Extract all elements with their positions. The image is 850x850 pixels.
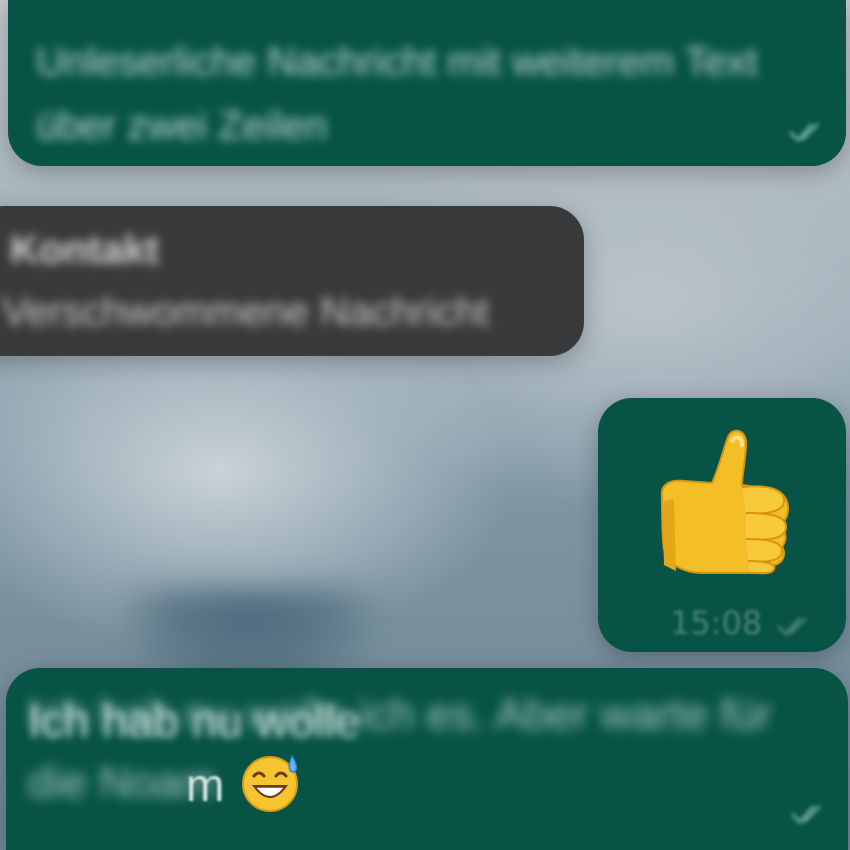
message-bubble-outgoing[interactable]: Unleserliche Nachricht mit weiterem Text… <box>8 0 846 166</box>
message-bubble-incoming[interactable]: Kontakt Verschwommene Nachricht <box>0 206 584 356</box>
double-check-icon <box>790 804 822 825</box>
double-check-icon <box>776 616 808 637</box>
message-text-line1: Ich hab nu wolle <box>28 695 361 747</box>
grinning-face-with-sweat-icon <box>242 754 298 812</box>
thumbs-up-icon <box>660 429 790 575</box>
sender-name: Kontakt <box>10 228 159 272</box>
message-text: Unleserliche Nachricht mit weiterem Text… <box>36 40 758 148</box>
message-text-line2: m <box>186 759 225 811</box>
double-check-icon <box>788 122 820 143</box>
message-time: 15:08 <box>670 604 763 642</box>
message-text: Verschwommene Nachricht <box>2 290 489 334</box>
